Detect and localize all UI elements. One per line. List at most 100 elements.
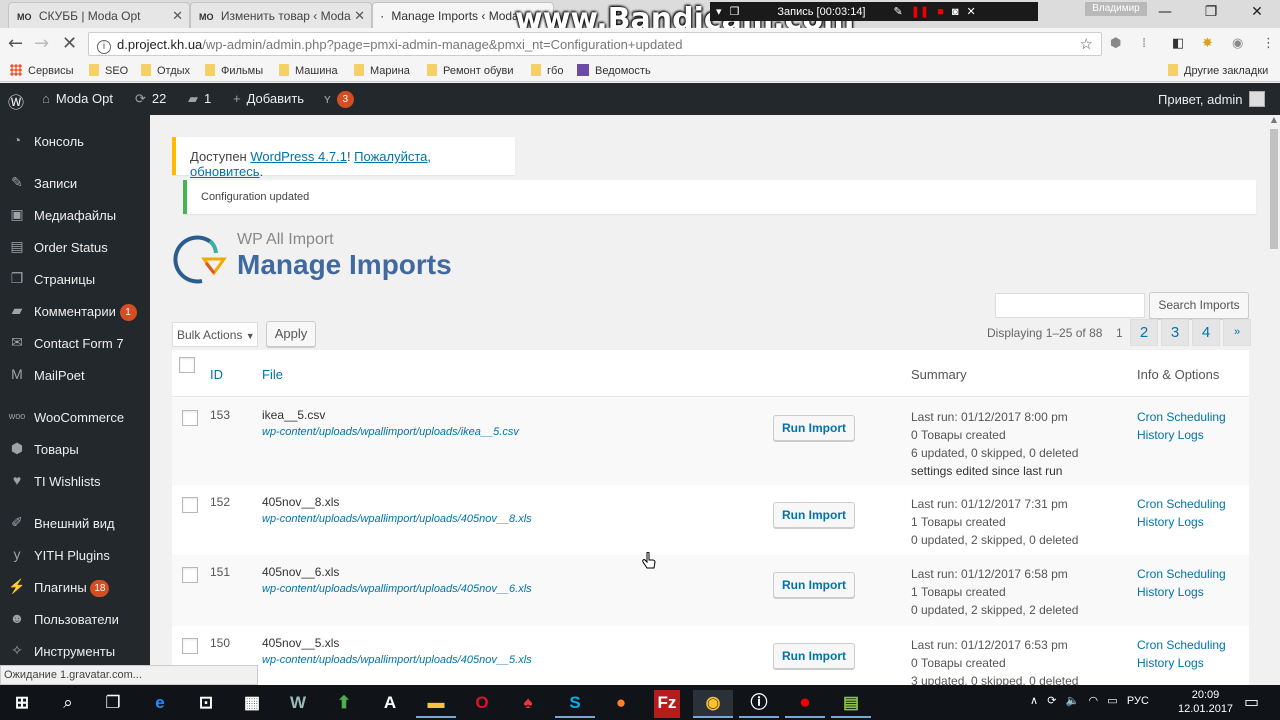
font-app-icon[interactable]: A — [370, 690, 410, 718]
column-file[interactable]: File — [262, 367, 283, 382]
cron-scheduling-link[interactable]: Cron Scheduling — [1137, 408, 1226, 426]
bookmark-item[interactable]: Машина — [279, 64, 338, 77]
run-import-button[interactable]: Run Import — [773, 643, 855, 669]
minimize-button[interactable]: — — [1142, 0, 1188, 26]
sidebar-item-wishlists[interactable]: ♥ TI Wishlists — [0, 466, 150, 496]
file-path-link[interactable]: wp-content/uploads/wpallimport/uploads/4… — [262, 654, 532, 666]
sidebar-item-tools[interactable]: ✧ Инструменты — [0, 636, 150, 666]
camera-icon[interactable]: ◙ — [952, 6, 959, 18]
sidebar-item-media[interactable]: ▣ Медиафайлы — [0, 200, 150, 230]
skype-icon[interactable]: S — [555, 690, 595, 718]
bookmark-item[interactable]: Сервисы — [10, 64, 74, 77]
sidebar-item-order-status[interactable]: ▤ Order Status — [0, 232, 150, 262]
cron-scheduling-link[interactable]: Cron Scheduling — [1137, 565, 1226, 583]
row-checkbox[interactable] — [182, 497, 198, 513]
account-menu[interactable]: Привет, admin — [1158, 91, 1265, 107]
sidebar-item-users[interactable]: ☻ Пользователи — [0, 604, 150, 634]
browser-tab[interactable]: MO СКУББ | Moda Opt ✕ — [8, 2, 190, 28]
file-path-link[interactable]: wp-content/uploads/wpallimport/uploads/4… — [262, 513, 532, 525]
sidebar-item-mailpoet[interactable]: M MailPoet — [0, 360, 150, 390]
history-logs-link[interactable]: History Logs — [1137, 654, 1226, 672]
notification-center-icon[interactable]: ▭ — [1244, 692, 1259, 711]
page-4-link[interactable]: 4 — [1192, 319, 1220, 346]
row-checkbox[interactable] — [182, 567, 198, 583]
calculator-icon[interactable]: ▦ — [232, 690, 272, 718]
edge-icon[interactable]: e — [140, 690, 180, 718]
select-all-checkbox[interactable] — [179, 357, 195, 373]
bookmark-item[interactable]: гбо — [531, 64, 563, 77]
file-explorer-icon[interactable]: ▬ — [416, 690, 456, 718]
add-new-link[interactable]: + Добавить — [233, 91, 304, 106]
row-checkbox[interactable] — [182, 410, 198, 426]
sidebar-item-contact-form[interactable]: ✉ Contact Form 7 — [0, 328, 150, 358]
bookmark-item[interactable]: SEO — [89, 64, 128, 77]
close-tab-icon[interactable]: ✕ — [354, 8, 365, 24]
stop-loading-icon[interactable]: ✕ — [62, 34, 77, 54]
opera-icon[interactable]: O — [462, 690, 502, 718]
notepad-icon[interactable]: ▤ — [831, 690, 871, 718]
history-logs-link[interactable]: History Logs — [1137, 426, 1226, 444]
file-path-link[interactable]: wp-content/uploads/wpallimport/uploads/4… — [262, 583, 532, 595]
wordpress-logo-icon[interactable]: Ⓦ — [8, 89, 24, 113]
wifi-icon[interactable]: ◠ — [1089, 695, 1099, 707]
scroll-up-icon[interactable]: ▲ — [1268, 115, 1280, 127]
sidebar-item-yith[interactable]: y YITH Plugins — [0, 540, 150, 570]
yoast-link[interactable]: ʏ3 — [324, 91, 354, 108]
history-logs-link[interactable]: History Logs — [1137, 583, 1226, 601]
cron-scheduling-link[interactable]: Cron Scheduling — [1137, 495, 1226, 513]
comments-link[interactable]: ▰ 1 — [188, 91, 211, 107]
window-icon[interactable]: ❐ — [730, 5, 740, 18]
sidebar-item-woocommerce[interactable]: woo WooCommerce — [0, 402, 150, 432]
history-logs-link[interactable]: History Logs — [1137, 513, 1226, 531]
page-2-link[interactable]: 2 — [1130, 319, 1158, 346]
upload-arrow-icon[interactable]: ⬆ — [324, 690, 364, 718]
system-clock[interactable]: 20:09 12.01.2017 — [1178, 688, 1233, 716]
scrollbar-thumb[interactable] — [1270, 129, 1278, 249]
run-import-button[interactable]: Run Import — [773, 415, 855, 441]
close-icon[interactable]: ✕ — [966, 5, 975, 18]
seoquake-icon[interactable]: ✸ — [1202, 36, 1213, 51]
search-imports-button[interactable]: Search Imports — [1149, 292, 1249, 319]
sidebar-item-plugins[interactable]: ⚡ Плагины 18 — [0, 572, 150, 602]
browser-tab[interactable]: MO Изменить товар ‹ Moda ✕ — [190, 2, 372, 28]
other-bookmarks[interactable]: Другие закладки — [1168, 64, 1268, 77]
search-imports-input[interactable] — [995, 293, 1145, 318]
bulk-actions-select[interactable]: Bulk Actions ▼ — [172, 322, 258, 347]
info-app-icon[interactable]: ⓘ — [739, 690, 779, 718]
sidebar-item-console[interactable]: ◔ Консоль — [0, 126, 150, 156]
pause-icon[interactable]: ❚❚ — [911, 5, 929, 18]
bookmark-item[interactable]: Отдых — [141, 64, 190, 77]
forward-icon[interactable]: → — [34, 34, 49, 54]
bookmark-item[interactable]: Ведомость — [577, 64, 651, 77]
dropdown-icon[interactable]: ▾ — [716, 5, 722, 18]
column-id[interactable]: ID — [210, 367, 223, 382]
run-import-button[interactable]: Run Import — [773, 572, 855, 598]
pencil-icon[interactable]: ✎ — [894, 5, 903, 18]
updates-link[interactable]: ⟳ 22 — [135, 91, 166, 107]
close-tab-icon[interactable]: ✕ — [172, 8, 183, 24]
bookmark-item[interactable]: Марина — [354, 64, 410, 77]
sidebar-item-posts[interactable]: ✎ Записи — [0, 168, 150, 198]
extension-badge-icon[interactable]: ◧ — [1172, 36, 1184, 51]
bandicam-icon[interactable]: ⏺ — [785, 690, 825, 718]
filezilla-icon[interactable]: Fz — [654, 690, 680, 718]
site-info-icon[interactable]: i — [97, 40, 111, 54]
extension-grid-icon[interactable]: ⁞ — [1142, 36, 1146, 51]
show-hidden-icons[interactable]: ∧ — [1030, 695, 1038, 707]
chrome-icon[interactable]: ◉ — [693, 690, 733, 718]
profile-chip[interactable]: Владимир — [1085, 2, 1147, 16]
page-scrollbar[interactable]: ▲ — [1268, 115, 1280, 685]
bookmark-item[interactable]: Фильмы — [205, 64, 263, 77]
search-icon[interactable]: ⌕ — [48, 690, 88, 718]
row-checkbox[interactable] — [182, 638, 198, 654]
bookmark-star-icon[interactable]: ☆ — [1080, 35, 1093, 53]
pokerstars-icon[interactable]: ♠ — [508, 690, 548, 718]
volume-icon[interactable]: 🔈 — [1066, 695, 1080, 707]
page-3-link[interactable]: 3 — [1161, 319, 1189, 346]
back-icon[interactable]: ← — [8, 34, 23, 54]
run-import-button[interactable]: Run Import — [773, 502, 855, 528]
sidebar-item-appearance[interactable]: ✐ Внешний вид — [0, 508, 150, 538]
cron-scheduling-link[interactable]: Cron Scheduling — [1137, 636, 1226, 654]
camera-extension-icon[interactable]: ◉ — [1232, 36, 1243, 51]
address-bar[interactable]: i d.project.kh.ua/wp-admin/admin.php?page… — [88, 32, 1102, 56]
